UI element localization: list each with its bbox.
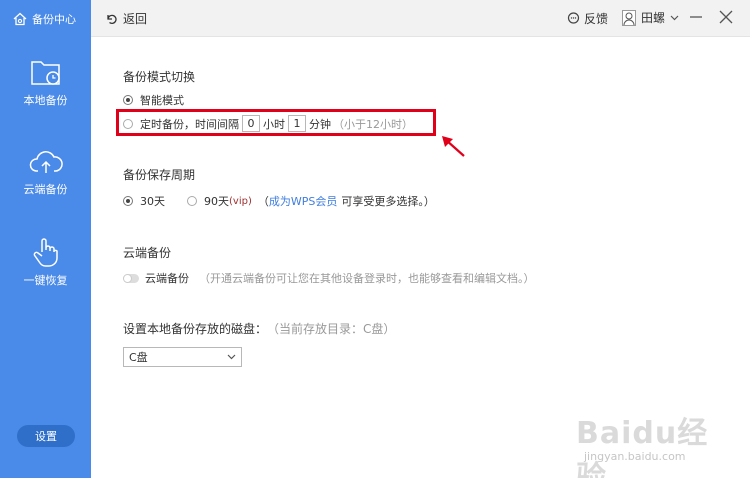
close-icon[interactable] [718, 9, 734, 25]
vip-tag: (vip) [229, 195, 252, 207]
settings-button[interactable]: 设置 [17, 425, 75, 447]
top-bar: 返回 反馈 田螺 [91, 0, 750, 37]
disk-section-title: 设置本地备份存放的磁盘： [123, 322, 268, 336]
watermark-logo: Baidu经验 [576, 416, 709, 478]
sidebar-item-local-backup[interactable]: 本地备份 [0, 58, 91, 108]
cloud-backup-option: 云端备份 （开通云端备份可让您在其他设备登录时，也能够查看和编辑文档。） [123, 270, 535, 286]
smart-mode-label: 智能模式 [140, 94, 184, 107]
current-disk-info: （当前存放目录：C盘） [267, 322, 396, 336]
cloud-description: （开通云端备份可让您在其他设备登录时，也能够查看和编辑文档。） [199, 272, 535, 285]
sidebar-item-label: 一键恢复 [23, 274, 68, 287]
hand-pointer-icon [33, 238, 58, 267]
user-menu[interactable]: 田螺 [622, 9, 679, 26]
watermark: Baidu经验 jingyan.baidu.com [576, 408, 736, 478]
mode-section-title: 备份模式切换 [123, 70, 196, 84]
disk-section: 设置本地备份存放的磁盘： （当前存放目录：C盘） [123, 320, 395, 337]
retention-90-label: 90天 [204, 195, 229, 208]
brand-title: 备份中心 [32, 13, 76, 26]
user-name: 田螺 [641, 11, 666, 25]
back-arrow-icon [107, 14, 117, 24]
chevron-down-icon [670, 15, 679, 20]
member-paren: （ [257, 195, 269, 208]
feedback-label: 反馈 [584, 12, 609, 26]
back-label: 返回 [123, 12, 148, 26]
retention-options: 30天 90天 (vip) （ 成为WPS会员 可享受更多选择。） [123, 193, 435, 209]
retention-30-label: 30天 [140, 195, 165, 208]
feedback-button[interactable]: 反馈 [567, 10, 608, 27]
chat-bubble-icon [567, 12, 580, 24]
sidebar-item-label: 本地备份 [23, 94, 68, 107]
retention-90-radio[interactable] [187, 196, 197, 206]
smart-mode-option[interactable]: 智能模式 [123, 92, 184, 108]
drive-select-value: C盘 [129, 351, 148, 364]
sidebar-item-label: 云端备份 [23, 183, 68, 196]
home-icon [13, 12, 27, 26]
retention-section-title: 备份保存周期 [123, 168, 196, 182]
highlight-box [116, 109, 436, 136]
sidebar: 备份中心 本地备份 云端备份 一键恢复 设置 [0, 0, 91, 478]
minimize-icon[interactable] [688, 9, 704, 25]
cloud-section-title: 云端备份 [123, 246, 172, 260]
watermark-url: jingyan.baidu.com [584, 450, 686, 463]
sidebar-item-cloud-backup[interactable]: 云端备份 [0, 147, 91, 197]
smart-mode-radio[interactable] [123, 95, 133, 105]
cloud-backup-toggle[interactable] [123, 273, 139, 283]
sidebar-brand: 备份中心 [12, 10, 76, 28]
cloud-upload-icon [29, 151, 63, 173]
avatar [622, 9, 636, 26]
member-suffix: 可享受更多选择。） [341, 195, 435, 208]
retention-30-radio[interactable] [123, 196, 133, 206]
become-member-link[interactable]: 成为WPS会员 [269, 193, 338, 209]
sidebar-item-restore[interactable]: 一键恢复 [0, 236, 91, 288]
back-button[interactable]: 返回 [105, 10, 147, 27]
chevron-down-icon [227, 354, 236, 360]
drive-select[interactable]: C盘 [123, 347, 242, 367]
folder-clock-icon [30, 61, 60, 85]
cloud-toggle-label: 云端备份 [145, 272, 189, 285]
red-arrow-icon [442, 136, 465, 157]
